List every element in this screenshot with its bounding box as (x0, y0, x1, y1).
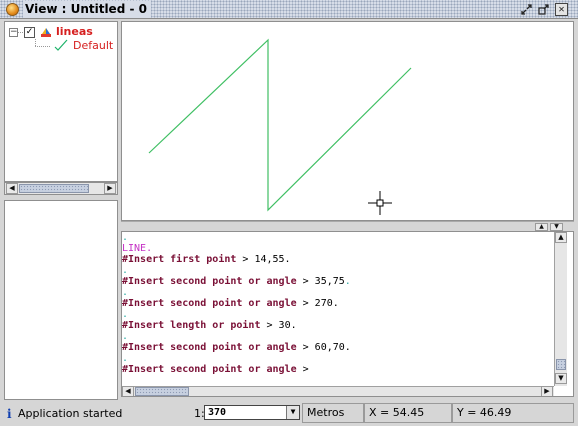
window-title: View : Untitled - 0 (23, 1, 151, 18)
scroll-right-button[interactable]: ▶ (104, 183, 116, 194)
scale-combobox[interactable]: 370 ▼ (204, 405, 300, 420)
tree-connector (18, 32, 23, 33)
layer-visibility-checkbox[interactable]: ✓ (24, 27, 35, 38)
chevron-down-icon[interactable]: ▼ (286, 406, 299, 419)
maximize-icon[interactable] (537, 3, 550, 16)
layer-lines-icon (40, 26, 52, 38)
units-label: Metros (307, 406, 345, 419)
line-symbol-icon (54, 39, 68, 51)
expand-up-button[interactable]: ▲ (535, 223, 548, 231)
console-output: . LINE. #Insert first point > 14,55. . #… (122, 232, 554, 386)
console-line: #Insert second point or angle > 35,75. (122, 276, 351, 287)
info-icon: i (7, 407, 12, 421)
tree-connector (35, 46, 50, 47)
expand-down-button[interactable]: ▼ (550, 223, 563, 231)
scroll-thumb[interactable] (556, 359, 566, 370)
map-geometry (148, 38, 412, 215)
units-field: Metros (302, 403, 364, 423)
console-hscrollbar[interactable]: ◀ ▶ (122, 386, 554, 396)
map-canvas[interactable] (121, 21, 574, 221)
console-line: #Insert second point or angle > (122, 364, 309, 375)
scroll-up-button[interactable]: ▲ (555, 232, 567, 243)
close-button[interactable]: ✕ (555, 3, 568, 16)
panel-splitter[interactable]: ▲ ▼ (121, 221, 574, 231)
crosshair-icon (368, 191, 392, 215)
console-line: #Insert second point or angle > 270. (122, 298, 339, 309)
scroll-left-button[interactable]: ◀ (122, 386, 134, 396)
layer-tree[interactable]: − ✓ lineas Default (4, 21, 118, 182)
polyline-feature (148, 38, 412, 212)
console-line: . (122, 331, 129, 342)
locator-map (4, 200, 118, 400)
y-coordinate: Y = 46.49 (457, 406, 512, 419)
console-line: . (122, 353, 129, 364)
layer-name[interactable]: lineas (56, 25, 93, 38)
tree-connector (35, 39, 36, 46)
restore-icon[interactable] (520, 3, 533, 16)
console-line: #Insert first point > 14,55. (122, 254, 291, 265)
scroll-down-button[interactable]: ▼ (555, 373, 567, 384)
scroll-thumb[interactable] (135, 387, 189, 396)
status-message: Application started (18, 407, 123, 420)
console-line: . (122, 309, 129, 320)
console-line: #Insert length or point > 30. (122, 320, 297, 331)
console-line: . (122, 232, 129, 243)
collapse-toggle[interactable]: − (9, 28, 18, 37)
scroll-right-button[interactable]: ▶ (541, 386, 553, 396)
console-line: LINE. (122, 243, 153, 254)
legend-label: Default (73, 39, 114, 52)
command-console[interactable]: . LINE. #Insert first point > 14,55. . #… (121, 231, 574, 397)
console-line: . (122, 265, 129, 276)
y-coordinate-field: Y = 46.49 (452, 403, 574, 423)
scroll-left-button[interactable]: ◀ (6, 183, 18, 194)
view-icon (6, 3, 19, 16)
status-bar: i Application started 1: 370 ▼ Metros X … (0, 401, 578, 426)
scroll-thumb[interactable] (19, 184, 89, 193)
console-line: . (122, 287, 129, 298)
console-line: #Insert second point or angle > 60,70. (122, 342, 351, 353)
scale-value[interactable]: 370 (208, 407, 226, 418)
x-coordinate: X = 54.45 (369, 406, 425, 419)
layer-tree-hscrollbar[interactable]: ◀ ▶ (4, 182, 118, 195)
x-coordinate-field: X = 54.45 (364, 403, 452, 423)
console-vscrollbar[interactable]: ▲ ▼ (554, 232, 567, 386)
window-titlebar[interactable]: View : Untitled - 0 ✕ (0, 0, 578, 19)
